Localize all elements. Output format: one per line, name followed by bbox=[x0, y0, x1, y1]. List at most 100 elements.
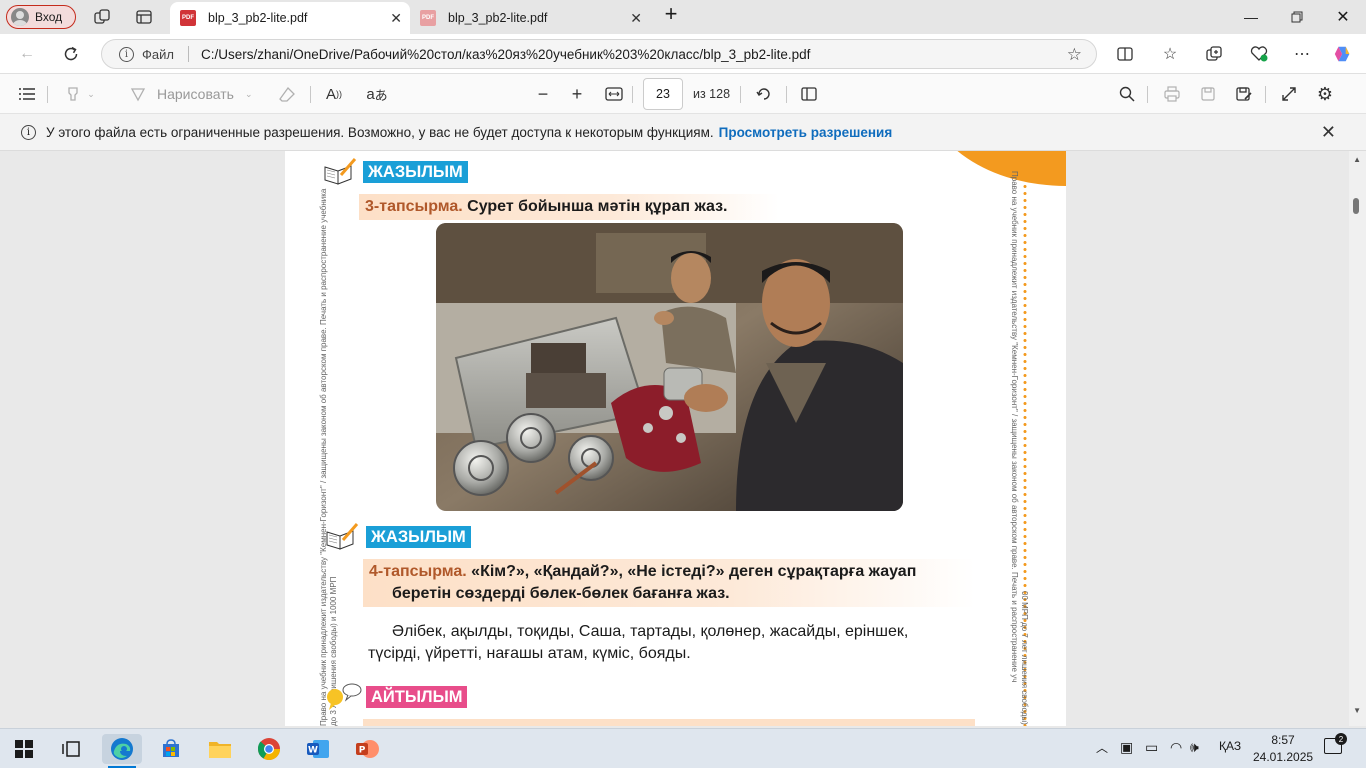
avatar-icon bbox=[11, 8, 29, 26]
draw-label[interactable]: Нарисовать bbox=[157, 86, 234, 102]
page-corner-decoration bbox=[926, 151, 1066, 186]
collections-icon[interactable] bbox=[1204, 44, 1224, 64]
split-screen-icon[interactable] bbox=[1115, 44, 1135, 64]
battery-icon[interactable]: ▭ bbox=[1145, 739, 1158, 756]
back-icon[interactable]: ← bbox=[17, 44, 37, 64]
favorites-icon[interactable]: ☆ bbox=[1160, 44, 1180, 64]
eraser-icon[interactable] bbox=[277, 84, 297, 104]
draw-icon[interactable] bbox=[128, 84, 148, 104]
book-pencil-icon bbox=[326, 523, 359, 550]
banner-close-icon[interactable]: ✕ bbox=[1321, 122, 1336, 143]
copilot-icon[interactable] bbox=[1333, 44, 1353, 64]
wifi-icon[interactable]: ◠ bbox=[1170, 739, 1182, 756]
contents-list-icon[interactable] bbox=[17, 84, 37, 104]
tab-title: blp_3_pb2-lite.pdf bbox=[448, 11, 548, 25]
windows-taskbar: W P ︿ ▣ ▭ ◠ 🕪 ҚАЗ 8:57 24.01.2025 2 bbox=[0, 728, 1366, 768]
word-icon[interactable]: W bbox=[298, 734, 338, 764]
page-view-icon[interactable] bbox=[799, 84, 819, 104]
powerpoint-icon[interactable]: P bbox=[347, 734, 387, 764]
read-aloud-icon[interactable]: A)) bbox=[323, 84, 345, 104]
zoom-in-icon[interactable]: + bbox=[568, 84, 586, 104]
svg-text:P: P bbox=[359, 746, 366, 756]
highlight-icon[interactable]: ⌄ bbox=[60, 84, 100, 104]
task-view-icon[interactable] bbox=[51, 734, 91, 764]
tab-pdf-active[interactable]: PDF blp_3_pb2-lite.pdf ✕ bbox=[170, 2, 410, 34]
view-permissions-link[interactable]: Просмотреть разрешения bbox=[719, 125, 893, 140]
speaking-bubble-icon bbox=[327, 683, 362, 710]
meet-now-icon[interactable]: ▣ bbox=[1120, 739, 1133, 756]
volume-icon[interactable]: 🕪 bbox=[1190, 739, 1199, 756]
tab-close-icon[interactable]: ✕ bbox=[630, 10, 642, 27]
browser-tab-bar: Вход PDF blp_3_pb2-lite.pdf ✕ PDF blp_3_… bbox=[0, 0, 1366, 34]
page-number-input[interactable]: 23 bbox=[643, 78, 683, 110]
pdf-page: Право на учебник принадлежит издательств… bbox=[285, 151, 1066, 726]
pdf-file-icon: PDF bbox=[180, 10, 196, 26]
site-info-icon[interactable]: i bbox=[119, 46, 134, 62]
microsoft-store-icon[interactable] bbox=[151, 734, 191, 764]
more-menu-icon[interactable]: ⋯ bbox=[1292, 44, 1312, 64]
windows-start-icon[interactable] bbox=[4, 734, 44, 764]
translate-icon[interactable]: aあ bbox=[366, 84, 388, 104]
workspaces-icon[interactable] bbox=[92, 7, 112, 27]
browser-essentials-icon[interactable] bbox=[1249, 44, 1269, 64]
chrome-icon[interactable] bbox=[249, 734, 289, 764]
minimize-button[interactable]: — bbox=[1228, 0, 1274, 34]
input-language[interactable]: ҚАЗ bbox=[1219, 739, 1241, 753]
copyright-side-text: Право на учебник принадлежит издательств… bbox=[1010, 171, 1019, 683]
copyright-side-text: Право на учебник принадлежит издательств… bbox=[319, 188, 328, 726]
section-label-writing: ЖАЗЫЛЫМ bbox=[363, 161, 468, 183]
scroll-down-arrow-icon[interactable]: ▼ bbox=[1353, 706, 1361, 715]
draw-dropdown-icon[interactable]: ⌄ bbox=[245, 84, 253, 104]
scrollbar-thumb[interactable] bbox=[1353, 198, 1359, 214]
tab-title: blp_3_pb2-lite.pdf bbox=[208, 11, 308, 25]
print-icon[interactable] bbox=[1162, 84, 1182, 104]
pdf-viewer[interactable]: Право на учебник принадлежит издательств… bbox=[0, 151, 1366, 726]
system-clock[interactable]: 8:57 24.01.2025 bbox=[1253, 732, 1313, 766]
refresh-icon[interactable] bbox=[61, 44, 81, 64]
section-label-writing: ЖАЗЫЛЫМ bbox=[366, 526, 471, 548]
task-number: 3-тапсырма. bbox=[365, 198, 463, 215]
address-bar-row: ← i Файл C:/Users/zhani/OneDrive/Рабочий… bbox=[0, 34, 1366, 74]
tab-pdf-inactive[interactable]: PDF blp_3_pb2-lite.pdf ✕ bbox=[410, 2, 650, 34]
word-list-line-2: түсірді, үйретті, нағашы атам, күміс, бо… bbox=[368, 645, 691, 662]
tab-close-icon[interactable]: ✕ bbox=[390, 10, 402, 27]
url-separator bbox=[187, 46, 189, 62]
permissions-banner: i У этого файла есть ограниченные разреш… bbox=[0, 114, 1366, 151]
favorite-star-icon[interactable]: ☆ bbox=[1067, 45, 1082, 65]
search-icon[interactable] bbox=[1117, 84, 1137, 104]
save-icon[interactable] bbox=[1198, 84, 1218, 104]
book-pencil-icon bbox=[324, 158, 357, 185]
clock-date: 24.01.2025 bbox=[1253, 750, 1314, 764]
toolbar-separator bbox=[1265, 86, 1266, 103]
rotate-icon[interactable] bbox=[754, 84, 774, 104]
settings-gear-icon[interactable]: ⚙ bbox=[1315, 84, 1335, 104]
fit-width-icon[interactable] bbox=[604, 84, 624, 104]
file-explorer-icon[interactable] bbox=[200, 734, 240, 764]
profile-button[interactable]: Вход bbox=[6, 5, 76, 29]
zoom-out-icon[interactable]: − bbox=[534, 84, 552, 104]
toolbar-separator bbox=[632, 86, 633, 103]
maximize-button[interactable] bbox=[1274, 0, 1320, 34]
new-tab-icon[interactable]: + bbox=[661, 1, 681, 26]
vertical-scrollbar[interactable] bbox=[1349, 151, 1366, 726]
edge-browser-icon[interactable] bbox=[102, 734, 142, 768]
toolbar-separator bbox=[786, 86, 787, 103]
show-hidden-icons-icon[interactable]: ︿ bbox=[1096, 739, 1108, 756]
scroll-up-arrow-icon[interactable]: ▲ bbox=[1353, 155, 1361, 164]
vertical-tabs-icon[interactable] bbox=[134, 7, 154, 27]
craftsmen-photo bbox=[436, 223, 903, 511]
next-task-bar bbox=[363, 719, 975, 726]
notifications-icon[interactable]: 2 bbox=[1324, 733, 1347, 754]
fullscreen-icon[interactable] bbox=[1279, 84, 1299, 104]
url-field[interactable]: i Файл C:/Users/zhani/OneDrive/Рабочий%2… bbox=[101, 39, 1097, 69]
info-icon: i bbox=[21, 124, 36, 140]
clock-time: 8:57 bbox=[1271, 733, 1295, 747]
toolbar-separator bbox=[310, 86, 311, 103]
url-text: C:/Users/zhani/OneDrive/Рабочий%20стол/к… bbox=[200, 46, 811, 62]
pdf-file-icon: PDF bbox=[420, 10, 436, 26]
task-text: беретін сөздерді бөлек-бөлек бағанға жаз… bbox=[392, 585, 730, 602]
svg-text:W: W bbox=[308, 746, 318, 756]
close-window-button[interactable]: ✕ bbox=[1320, 0, 1366, 34]
save-as-icon[interactable] bbox=[1234, 84, 1254, 104]
task-4-instruction: 4-тапсырма. «Кім?», «Қандай?», «Не істед… bbox=[363, 559, 975, 607]
